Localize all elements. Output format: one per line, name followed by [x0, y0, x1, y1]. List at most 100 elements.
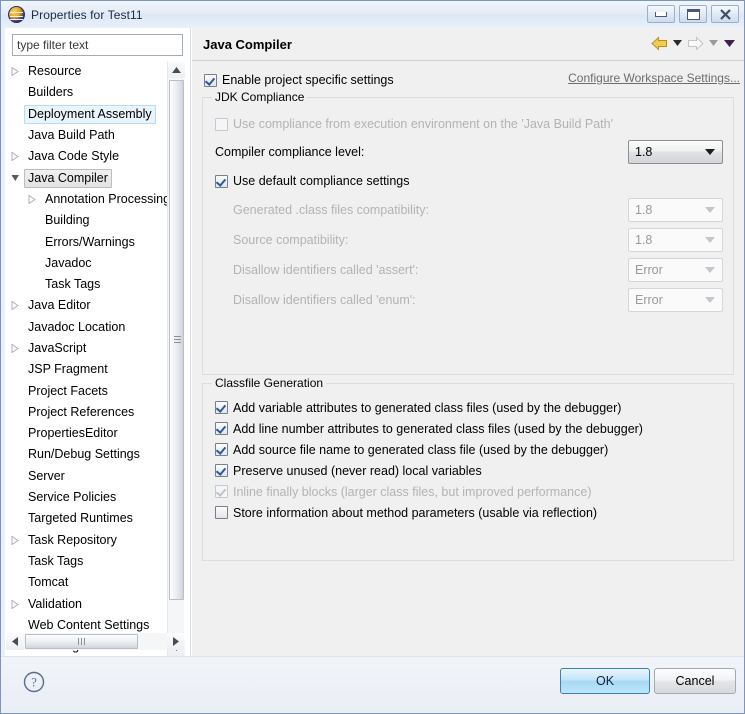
sidebar-item-validation[interactable]: Validation — [6, 593, 169, 614]
filter-input[interactable] — [12, 34, 183, 56]
classfile-generation-group: Classfile Generation Add variable attrib… — [202, 376, 734, 561]
sidebar-item-label: Task Repository — [28, 532, 117, 547]
sidebar-item-label: Java Code Style — [28, 149, 120, 164]
use-default-compliance-settings-checkbox[interactable]: Use default compliance settings — [215, 169, 723, 193]
sidebar-item-errors-warnings[interactable]: Errors/Warnings — [6, 231, 169, 252]
classfile-option-checkbox[interactable]: Preserve unused (never read) local varia… — [215, 460, 725, 481]
sidebar-item-java-code-style[interactable]: Java Code Style — [6, 146, 169, 167]
sidebar-item-run-debug-settings[interactable]: Run/Debug Settings — [6, 444, 169, 465]
twisty-expanded-icon[interactable] — [6, 174, 24, 182]
sidebar-item-project-facets[interactable]: Project Facets — [6, 380, 169, 401]
classfile-option-label: Store information about method parameter… — [233, 505, 598, 520]
compiler-compliance-level-select[interactable]: 1.8 — [628, 140, 723, 164]
sidebar-item-propertieseditor[interactable]: PropertiesEditor — [6, 423, 169, 444]
sidebar-item-building[interactable]: Building — [6, 210, 169, 231]
sidebar-item-label: Javadoc Location — [28, 319, 126, 334]
window-controls — [647, 5, 739, 23]
help-question-icon[interactable]: ? — [23, 671, 45, 693]
sidebar-item-resource[interactable]: Resource — [6, 61, 169, 82]
sidebar-item-label: Resource — [28, 64, 82, 79]
window-titlebar[interactable]: Properties for Test11 — [1, 1, 744, 28]
sidebar-item-label: Building — [45, 213, 90, 228]
sidebar-item-label: Task Tags — [45, 277, 101, 292]
sidebar-item-task-tags[interactable]: Task Tags — [6, 274, 169, 295]
tree-horizontal-scrollbar[interactable] — [6, 633, 184, 650]
use-default-compliance-settings-label: Use default compliance settings — [233, 174, 410, 188]
sidebar-item-javadoc-location[interactable]: Javadoc Location — [6, 317, 169, 338]
sidebar-item-task-repository[interactable]: Task Repository — [6, 530, 169, 551]
sidebar-item-targeted-runtimes[interactable]: Targeted Runtimes — [6, 508, 169, 529]
sidebar-item-label: Project Facets — [28, 383, 108, 398]
sidebar-item-deployment-assembly[interactable]: Deployment Assembly — [6, 104, 169, 125]
scroll-right-button[interactable] — [167, 633, 184, 650]
tree-scrollbar-thumb[interactable] — [169, 80, 184, 600]
classfile-option-checkbox[interactable]: Add line number attributes to generated … — [215, 418, 725, 439]
sidebar-item-tomcat[interactable]: Tomcat — [6, 572, 169, 593]
page-menu-chevron-down-icon[interactable] — [723, 35, 736, 51]
sidebar-item-builders[interactable]: Builders — [6, 82, 169, 103]
restore-button[interactable] — [679, 5, 707, 23]
sidebar-item-label: Java Editor — [28, 298, 91, 313]
back-history-chevron-down-icon[interactable] — [671, 35, 684, 51]
twisty-collapsed-icon[interactable] — [6, 599, 24, 609]
scroll-left-button[interactable] — [6, 633, 23, 650]
page-content: Enable project specific settings Configu… — [192, 61, 744, 689]
sidebar-item-label: Server — [28, 468, 65, 483]
checkbox-box — [215, 117, 228, 131]
twisty-collapsed-icon[interactable] — [23, 194, 41, 204]
sidebar-item-server[interactable]: Server — [6, 466, 169, 487]
dialog-footer: ? OK Cancel http://blog.csdn.net/seabree… — [1, 656, 744, 713]
sidebar-item-project-references[interactable]: Project References — [6, 402, 169, 423]
sidebar-item-javadoc[interactable]: Javadoc — [6, 253, 169, 274]
scroll-up-button[interactable] — [168, 61, 185, 78]
classfile-option-checkbox[interactable]: Add variable attributes to generated cla… — [215, 397, 725, 418]
checkbox-box — [215, 443, 228, 456]
sidebar-item-label: Errors/Warnings — [45, 234, 135, 249]
jdk-compliance-group-title: JDK Compliance — [212, 90, 308, 104]
sidebar-item-jsp-fragment[interactable]: JSP Fragment — [6, 359, 169, 380]
twisty-collapsed-icon[interactable] — [6, 301, 24, 311]
ok-button[interactable]: OK — [560, 668, 650, 694]
tree-vertical-scrollbar[interactable] — [167, 61, 185, 656]
tree-hscrollbar-thumb[interactable] — [25, 634, 138, 649]
twisty-collapsed-icon — [11, 535, 19, 545]
sidebar-item-label: Java Compiler — [24, 168, 112, 188]
triangle-left-icon — [11, 637, 18, 646]
classfile-option-checkbox[interactable]: Store information about method parameter… — [215, 502, 725, 523]
twisty-collapsed-icon — [28, 194, 36, 204]
close-button[interactable] — [711, 5, 739, 23]
twisty-collapsed-icon[interactable] — [6, 535, 24, 545]
page-header: Java Compiler — [192, 28, 744, 61]
classfile-option-label: Inline finally blocks (larger class file… — [233, 484, 592, 499]
configure-workspace-settings-link[interactable]: Configure Workspace Settings... — [568, 71, 740, 85]
minimize-button[interactable] — [647, 5, 675, 23]
sidebar-item-label: Web Content Settings — [28, 617, 150, 632]
sidebar-item-label: Targeted Runtimes — [28, 511, 133, 526]
twisty-collapsed-icon[interactable] — [6, 344, 24, 353]
classfile-option-checkbox[interactable]: Add source file name to generated class … — [215, 439, 725, 460]
dialog-body: Resource Builders Deployment Assembly Java … — [1, 28, 744, 689]
sidebar-item-task-tags[interactable]: Task Tags — [6, 551, 169, 572]
chevron-down-icon — [705, 207, 715, 213]
twisty-collapsed-icon — [11, 152, 19, 162]
cancel-button[interactable]: Cancel — [654, 668, 736, 694]
sidebar-item-java-editor[interactable]: Java Editor — [6, 295, 169, 316]
sidebar-item-label: Run/Debug Settings — [28, 447, 140, 462]
sidebar-item-annotation-processing[interactable]: Annotation Processing — [6, 189, 170, 210]
sidebar-item-label: Validation — [28, 596, 82, 611]
sidebar-item-java-compiler[interactable]: Java Compiler — [6, 167, 169, 188]
twisty-collapsed-icon[interactable] — [6, 67, 24, 77]
use-execution-environment-checkbox[interactable]: Use compliance from execution environmen… — [215, 112, 723, 136]
sidebar-item-service-policies[interactable]: Service Policies — [6, 487, 169, 508]
disallow-assert-label: Disallow identifiers called 'assert': — [233, 263, 419, 277]
sidebar-item-label: Task Tags — [28, 553, 84, 568]
twisty-collapsed-icon — [11, 599, 19, 609]
twisty-collapsed-icon[interactable] — [6, 152, 24, 162]
checkbox-box — [215, 174, 228, 188]
generated-class-compat-label: Generated .class files compatibility: — [233, 203, 429, 217]
sidebar-item-javascript[interactable]: JavaScript — [6, 338, 169, 359]
eclipse-globe-icon — [8, 6, 25, 23]
sidebar-item-java-build-path[interactable]: Java Build Path — [6, 125, 169, 146]
back-arrow-icon[interactable] — [651, 35, 668, 51]
scrollbar-grip-icon — [77, 638, 86, 645]
